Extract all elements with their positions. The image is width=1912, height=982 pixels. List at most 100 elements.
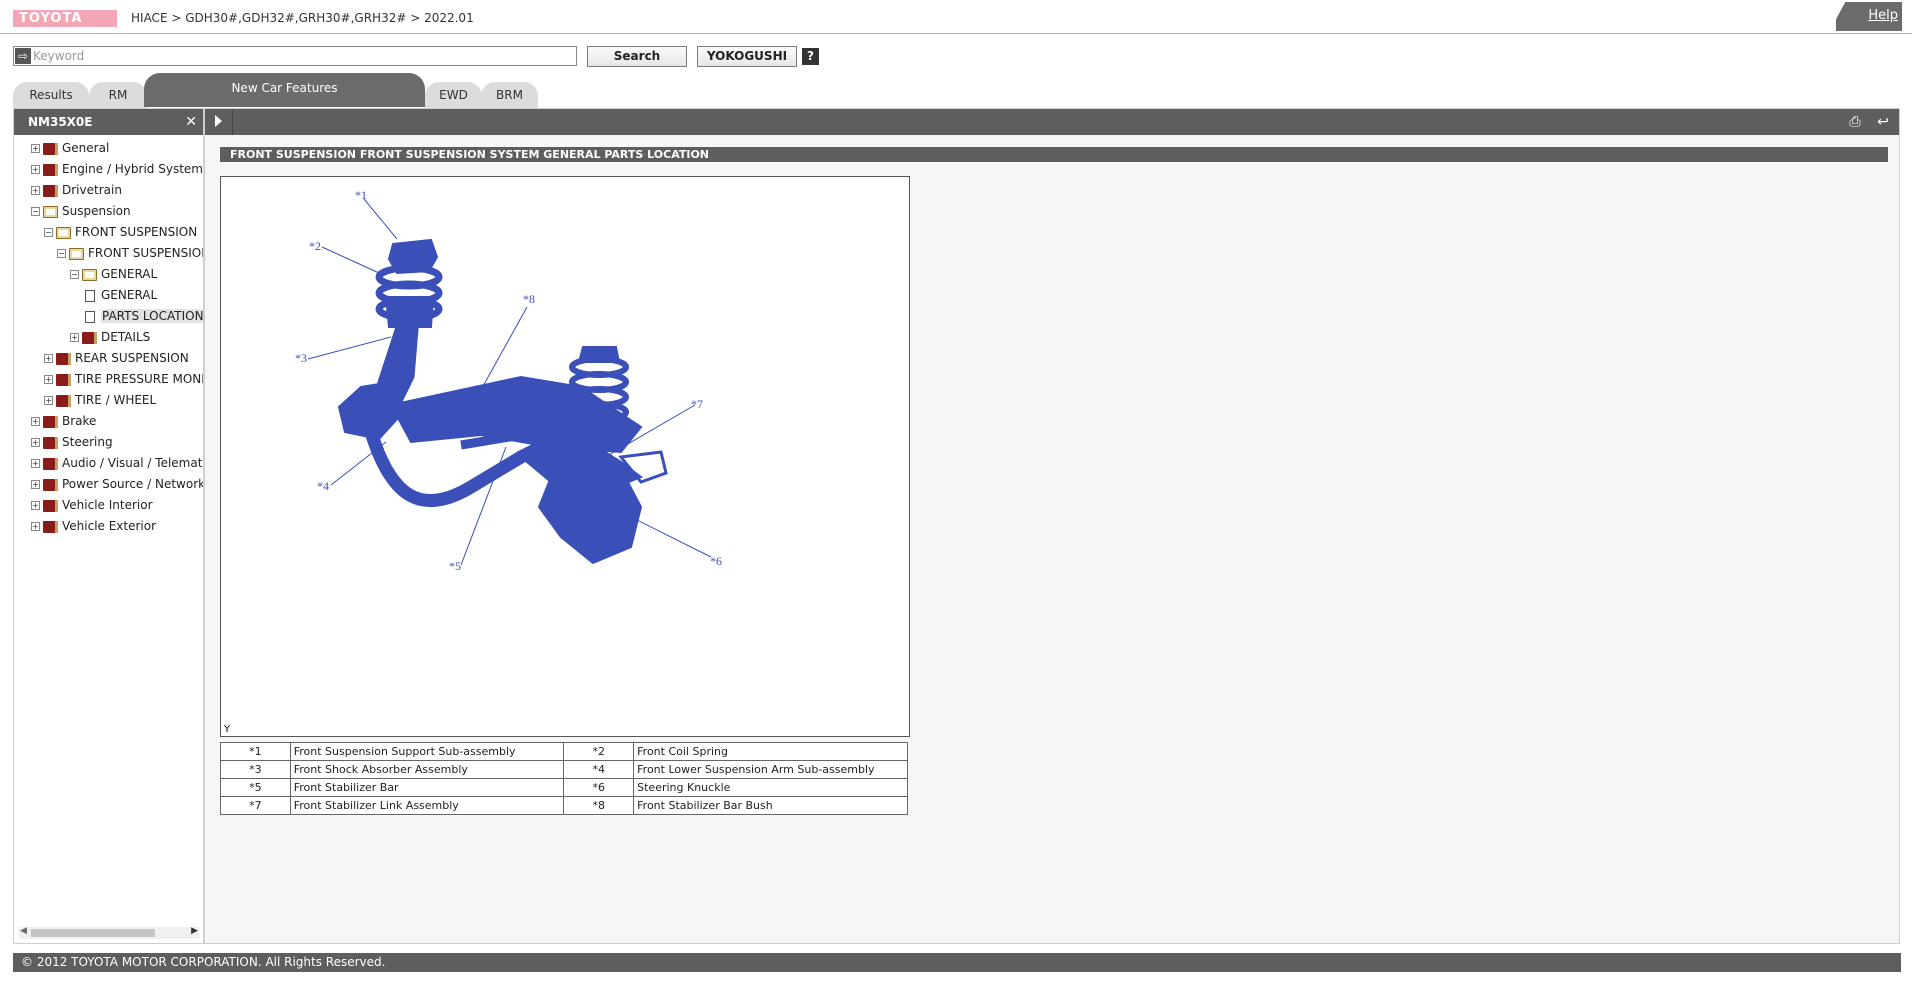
expand-icon[interactable]: + — [31, 417, 40, 426]
tree-item-label: Vehicle Interior — [62, 498, 153, 512]
search-button[interactable]: Search — [587, 46, 687, 67]
tree-item-label: GENERAL — [101, 267, 158, 281]
search-field: ⇨ — [13, 46, 577, 66]
tree-item-front-suspension[interactable]: − FRONT SUSPENSION — [44, 223, 197, 241]
book-icon — [43, 478, 58, 491]
tree-item-tire-wheel[interactable]: + TIRE / WHEEL — [44, 391, 156, 409]
tree-item-vehicle-exterior[interactable]: + Vehicle Exterior — [31, 517, 156, 535]
tree-item-label: REAR SUSPENSION — [75, 351, 189, 365]
tab-rm[interactable]: RM — [89, 82, 147, 108]
tree-item-label: General — [62, 141, 110, 155]
back-icon[interactable]: ↩ — [1875, 114, 1891, 130]
expand-icon[interactable]: + — [44, 396, 53, 405]
legend-number: *3 — [220, 760, 291, 779]
panel-title: NM35X0E ✕ — [14, 109, 203, 135]
tree-item-details[interactable]: + DETAILS — [70, 328, 150, 346]
callout-1: *1 — [355, 188, 367, 202]
horizontal-scrollbar[interactable]: ◀ ▶ — [19, 926, 199, 939]
expand-icon[interactable]: + — [31, 501, 40, 510]
toolbar-divider — [232, 109, 233, 135]
book-icon — [43, 184, 58, 197]
tree-item-label: TIRE / WHEEL — [75, 393, 157, 407]
tab-ewd[interactable]: EWD — [425, 82, 482, 108]
tree-item-label: FRONT SUSPENSION — [75, 225, 198, 239]
tree-item-general[interactable]: + General — [31, 139, 109, 157]
collapse-icon[interactable]: − — [57, 249, 66, 258]
expand-icon[interactable]: + — [44, 354, 53, 363]
expand-icon[interactable]: + — [31, 459, 40, 468]
open-book-icon — [43, 205, 58, 218]
page-icon — [85, 310, 95, 323]
expand-icon[interactable]: + — [31, 186, 40, 195]
expand-icon[interactable]: + — [31, 522, 40, 531]
tree-item-engine[interactable]: + Engine / Hybrid System — [31, 160, 203, 178]
open-book-icon — [69, 247, 84, 260]
help-question-icon[interactable]: ? — [802, 48, 819, 65]
tree-item-drivetrain[interactable]: + Drivetrain — [31, 181, 122, 199]
tree-item-general-folder[interactable]: − GENERAL — [70, 265, 157, 283]
scrollbar-thumb[interactable] — [31, 929, 155, 937]
collapse-icon[interactable]: − — [44, 228, 53, 237]
tree-item-label: TIRE PRESSURE MONITORING — [75, 372, 203, 386]
book-icon — [43, 499, 58, 512]
expand-icon[interactable]: + — [31, 144, 40, 153]
search-input[interactable] — [33, 47, 573, 65]
tree-item-label-selected: PARTS LOCATION — [101, 309, 203, 323]
callout-6: *6 — [710, 554, 722, 568]
book-icon — [43, 415, 58, 428]
yokogushi-button[interactable]: YOKOGUSHI — [697, 46, 797, 67]
tree-item-brake[interactable]: + Brake — [31, 412, 96, 430]
manual-tabs: Results RM EWD BRM New Car Features — [13, 73, 1912, 108]
scroll-left-icon[interactable]: ◀ — [20, 926, 27, 936]
book-icon — [43, 457, 58, 470]
tree-item-power-source[interactable]: + Power Source / Network — [31, 475, 203, 493]
expand-icon[interactable]: + — [44, 375, 53, 384]
close-icon[interactable]: ✕ — [185, 109, 197, 135]
legend-number: *8 — [563, 796, 635, 815]
expand-icon[interactable]: + — [31, 480, 40, 489]
tree-item-audio-visual[interactable]: + Audio / Visual / Telematics — [31, 454, 203, 472]
content-panel: ⎙ ↩ FRONT SUSPENSION FRONT SUSPENSION SY… — [204, 108, 1900, 944]
suspension-drawing — [337, 238, 668, 565]
tree-item-label: Drivetrain — [62, 183, 122, 197]
document-title: FRONT SUSPENSION FRONT SUSPENSION SYSTEM… — [220, 147, 1888, 162]
book-icon — [82, 331, 97, 344]
content-toolbar: ⎙ ↩ — [205, 109, 1899, 135]
open-book-icon — [56, 226, 71, 239]
book-icon — [56, 373, 71, 386]
print-icon[interactable]: ⎙ — [1847, 114, 1863, 130]
toyota-logo: TOYOTA — [13, 10, 117, 27]
expand-icon[interactable]: + — [70, 333, 79, 342]
callout-8: *8 — [523, 292, 535, 306]
collapse-icon[interactable]: − — [31, 207, 40, 216]
suspension-illustration: *1 *2 *3 *4 *5 *6 *7 *8 — [295, 188, 722, 573]
expand-icon[interactable]: + — [31, 438, 40, 447]
tree-item-label: Suspension — [62, 204, 131, 218]
collapse-icon[interactable]: − — [70, 270, 79, 279]
tab-results[interactable]: Results — [13, 82, 89, 108]
legend-text: Front Shock Absorber Assembly — [289, 760, 565, 779]
tree-item-steering[interactable]: + Steering — [31, 433, 113, 451]
expand-icon[interactable]: + — [31, 165, 40, 174]
callout-7: *7 — [691, 397, 703, 411]
expand-panel-icon[interactable] — [215, 115, 222, 127]
help-link[interactable]: Help — [1868, 8, 1898, 23]
tree-item-front-suspension-system[interactable]: − FRONT SUSPENSION SYSTEM — [57, 244, 203, 262]
tree-item-suspension[interactable]: − Suspension — [31, 202, 131, 220]
legend-text: Front Lower Suspension Arm Sub-assembly — [633, 760, 908, 779]
tree-item-vehicle-interior[interactable]: + Vehicle Interior — [31, 496, 153, 514]
tree-item-label: Vehicle Exterior — [62, 519, 157, 533]
table-row: *7 Front Stabilizer Link Assembly *8 Fro… — [220, 796, 908, 815]
tree-item-parts-location[interactable]: PARTS LOCATION — [83, 307, 203, 325]
legend-number: *7 — [220, 796, 291, 815]
tab-new-car-features[interactable]: New Car Features — [144, 73, 425, 107]
legend-body: *1 Front Suspension Support Sub-assembly… — [220, 742, 908, 815]
scroll-right-icon[interactable]: ▶ — [191, 926, 198, 936]
tree-item-general-page[interactable]: GENERAL — [83, 286, 157, 304]
tab-brm[interactable]: BRM — [481, 82, 538, 108]
callout-4: *4 — [317, 479, 329, 493]
tree-item-label: FRONT SUSPENSION SYSTEM — [88, 246, 203, 260]
tree-item-rear-suspension[interactable]: + REAR SUSPENSION — [44, 349, 189, 367]
tree-item-tire-pressure[interactable]: + TIRE PRESSURE MONITORING — [44, 370, 203, 388]
enter-arrow-icon[interactable]: ⇨ — [15, 48, 31, 64]
